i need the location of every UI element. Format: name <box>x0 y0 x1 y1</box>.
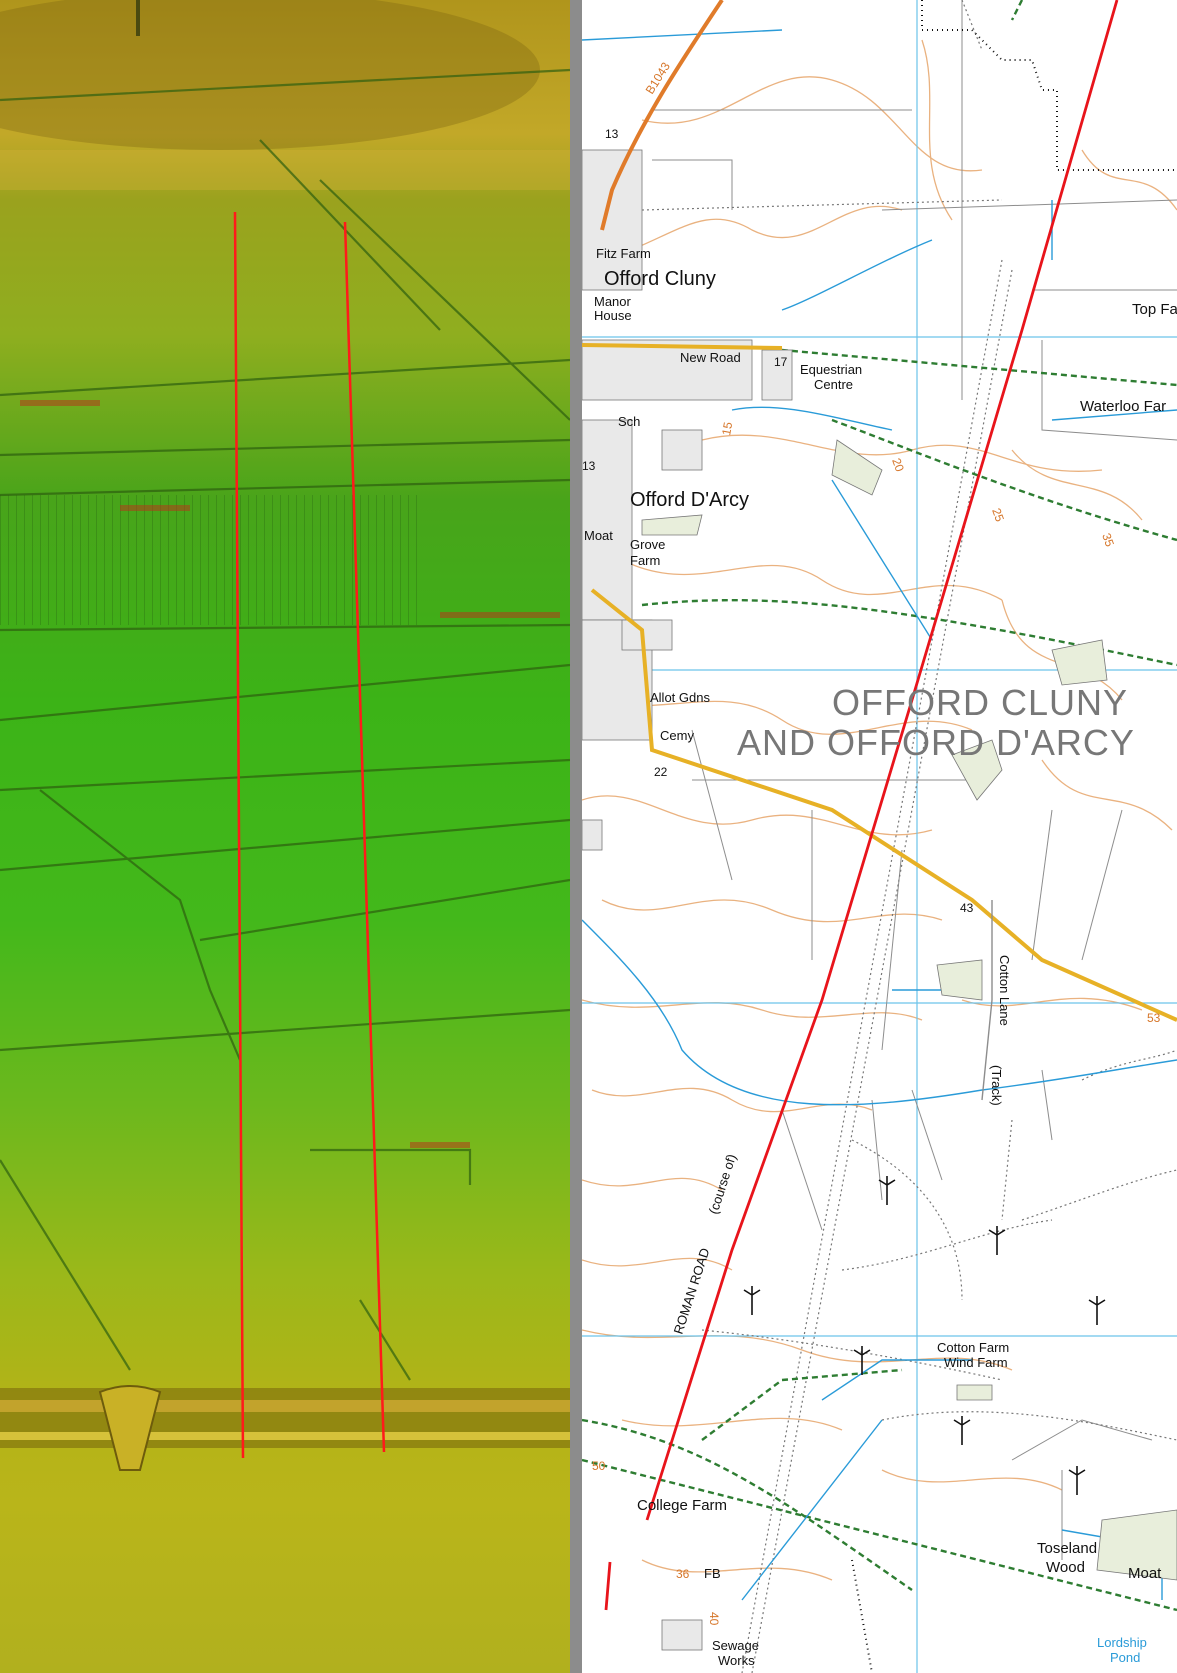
label-top-farm: Top Fa <box>1132 301 1177 318</box>
label-allot-gdns: Allot Gdns <box>650 690 710 705</box>
label-track: (Track) <box>989 1065 1004 1106</box>
label-manor: Manor <box>594 294 632 309</box>
label-farm: Farm <box>630 553 660 568</box>
label-parish-line2: AND OFFORD D'ARCY <box>737 722 1135 763</box>
label-wind-farm: Wind Farm <box>944 1355 1008 1370</box>
label-sch: Sch <box>618 414 640 429</box>
label-equestrian: Equestrian <box>800 362 862 377</box>
label-lordship: Lordship <box>1097 1635 1147 1650</box>
label-house: House <box>594 308 632 323</box>
label-cotton-farm: Cotton Farm <box>937 1340 1009 1355</box>
label-moat-right: Moat <box>1128 1565 1162 1582</box>
label-22: 22 <box>654 765 668 779</box>
label-new-road: New Road <box>680 350 741 365</box>
label-50-contour: 50 <box>592 1459 606 1473</box>
label-offord-darcy: Offord D'Arcy <box>630 489 749 511</box>
label-36-contour: 36 <box>676 1567 690 1581</box>
label-moat-left: Moat <box>584 528 613 543</box>
label-college-farm: College Farm <box>637 1497 727 1514</box>
label-fb: FB <box>704 1566 721 1581</box>
label-parish-line1: OFFORD CLUNY <box>832 682 1128 723</box>
label-53-contour: 53 <box>1147 1011 1161 1025</box>
panel-divider <box>570 0 582 1673</box>
os-map-panel: B1043 13 Fitz Farm Offord Cluny Manor Ho… <box>582 0 1177 1673</box>
label-offord-cluny: Offord Cluny <box>604 268 716 290</box>
label-toseland: Toseland <box>1037 1540 1097 1557</box>
label-grove: Grove <box>630 537 665 552</box>
label-17: 17 <box>774 355 788 369</box>
label-43: 43 <box>960 901 974 915</box>
label-fitz-farm: Fitz Farm <box>596 246 651 261</box>
lidar-embankment-track <box>0 1432 570 1440</box>
label-cemy: Cemy <box>660 728 694 743</box>
label-15-contour: 15 <box>719 421 735 437</box>
label-13-side: 13 <box>582 459 596 473</box>
label-centre: Centre <box>814 377 853 392</box>
label-works: Works <box>718 1653 755 1668</box>
label-13-top: 13 <box>605 127 619 141</box>
lidar-embankment-top <box>0 1400 570 1412</box>
label-sewage: Sewage <box>712 1638 759 1653</box>
label-wood: Wood <box>1046 1559 1085 1576</box>
lidar-ridge <box>0 150 570 190</box>
label-cotton-lane: Cotton Lane <box>997 955 1012 1026</box>
lidar-panel <box>0 0 570 1673</box>
label-waterloo-farm: Waterloo Far <box>1080 398 1166 415</box>
label-40-contour: 40 <box>707 1612 721 1626</box>
label-pond: Pond <box>1110 1650 1140 1665</box>
lidar-tree <box>136 0 140 36</box>
